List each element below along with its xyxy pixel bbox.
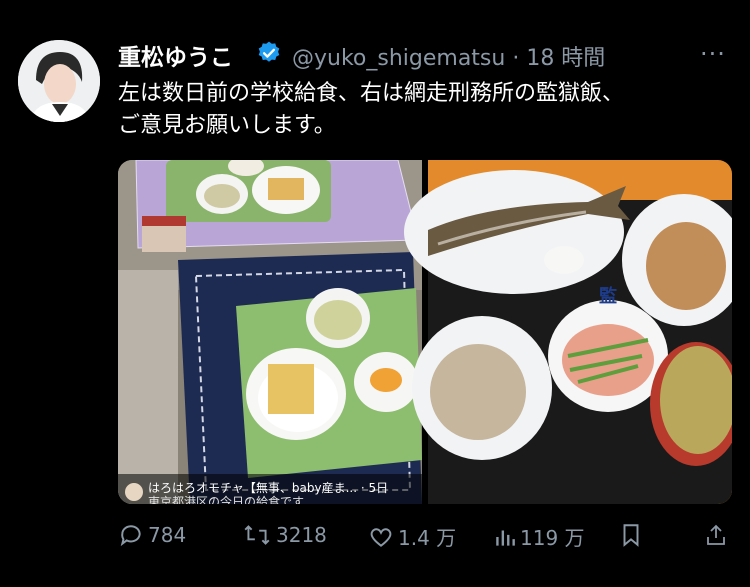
more-icon[interactable]: ··· bbox=[700, 40, 726, 68]
reply-button[interactable]: 784 bbox=[118, 522, 186, 548]
like-count: 1.4 万 bbox=[398, 526, 457, 550]
like-button[interactable]: 1.4 万 bbox=[368, 522, 456, 551]
share-button[interactable] bbox=[704, 522, 732, 548]
reply-count: 784 bbox=[148, 523, 187, 547]
retweet-button[interactable]: 3218 bbox=[242, 522, 327, 548]
tweet-text: 左は数日前の学校給食、右は網走刑務所の監獄飯、 ご意見お願いします。 bbox=[118, 78, 728, 142]
tweet-text-line-2: ご意見お願いします。 bbox=[118, 113, 336, 138]
views-button[interactable]: 119 万 bbox=[494, 522, 585, 551]
views-chart-icon bbox=[496, 530, 515, 546]
prison-meal-photo[interactable]: 監 bbox=[404, 160, 732, 504]
display-name[interactable]: 重松ゆうこ bbox=[118, 38, 233, 72]
media-grid[interactable]: はろはろオモチャ【無事、baby産ま... · 5日 東京都港区の今日の給食です bbox=[118, 160, 732, 504]
bookmark-button[interactable] bbox=[620, 522, 646, 548]
share-icon bbox=[707, 524, 725, 545]
views-count: 119 万 bbox=[520, 526, 585, 550]
reply-icon bbox=[120, 525, 141, 547]
action-bar: 784 3218 1.4 万 119 万 bbox=[0, 522, 750, 558]
media-caption-line-2: 東京都港区の今日の給食です bbox=[148, 494, 304, 504]
bowl-mark: 監 bbox=[599, 285, 617, 307]
media-caption: はろはろオモチャ【無事、baby産ま... · 5日 bbox=[148, 480, 388, 495]
verified-badge-icon bbox=[258, 41, 280, 62]
avatar[interactable] bbox=[18, 40, 100, 122]
retweet-count: 3218 bbox=[276, 523, 327, 547]
school-lunch-photo[interactable]: はろはろオモチャ【無事、baby産ま... · 5日 東京都港区の今日の給食です bbox=[118, 160, 422, 504]
tweet-text-line-1: 左は数日前の学校給食、右は網走刑務所の監獄飯、 bbox=[118, 81, 625, 106]
bookmark-icon bbox=[623, 524, 639, 547]
handle-and-time[interactable]: @yuko_shigematsu · 18 時間 bbox=[292, 40, 605, 72]
heart-icon bbox=[370, 527, 392, 547]
retweet-icon bbox=[244, 525, 270, 545]
